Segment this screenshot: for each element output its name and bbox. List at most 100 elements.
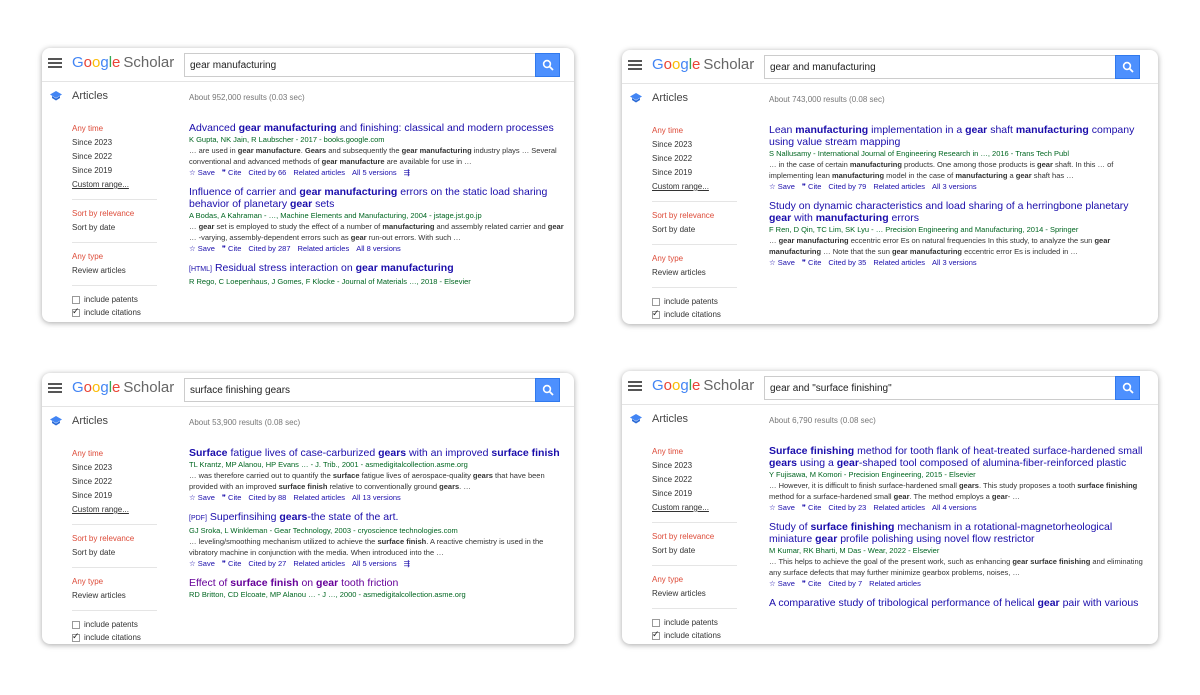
cited-by-link[interactable]: Cited by 27 [248, 558, 286, 569]
save-link[interactable]: ☆ Save [769, 181, 795, 192]
time-filter-3[interactable]: Since 2019 [72, 164, 172, 178]
checkbox-icon[interactable] [72, 295, 80, 304]
result-title-link[interactable]: Influence of carrier and gear manufactur… [189, 186, 568, 210]
time-filter-2[interactable]: Since 2022 [652, 152, 752, 166]
type-filter-1[interactable]: Review articles [652, 587, 752, 601]
sort-option-1[interactable]: Sort by date [652, 223, 752, 237]
google-scholar-logo[interactable]: Google Scholar [72, 54, 174, 71]
menu-icon[interactable] [48, 56, 62, 70]
checkbox-icon[interactable] [72, 306, 80, 317]
cite-link[interactable]: ❞ Cite [802, 257, 821, 268]
articles-tab[interactable]: Articles [72, 415, 108, 427]
sort-option-1[interactable]: Sort by date [72, 546, 172, 560]
articles-tab[interactable]: Articles [652, 413, 688, 425]
cited-by-link[interactable]: Cited by 66 [248, 167, 286, 178]
time-filter-1[interactable]: Since 2023 [72, 136, 172, 150]
related-articles-link[interactable]: Related articles [873, 257, 925, 268]
versions-link[interactable]: All 4 versions [932, 502, 977, 513]
time-filter-0[interactable]: Any time [652, 124, 752, 138]
include-citations-checkbox[interactable]: include citations [72, 631, 172, 644]
versions-link[interactable]: All 13 versions [352, 492, 401, 503]
time-filter-3[interactable]: Since 2019 [652, 166, 752, 180]
result-title-link[interactable]: Study on dynamic characteristics and loa… [769, 200, 1152, 224]
google-scholar-logo[interactable]: Google Scholar [652, 56, 754, 73]
cited-by-link[interactable]: Cited by 7 [828, 578, 862, 589]
cite-link[interactable]: ❞ Cite [802, 578, 821, 589]
checkbox-icon[interactable] [652, 297, 660, 306]
search-input[interactable] [764, 376, 1116, 400]
type-filter-0[interactable]: Any type [72, 575, 172, 589]
search-button[interactable] [535, 53, 560, 77]
google-scholar-logo[interactable]: Google Scholar [652, 377, 754, 394]
result-title-link[interactable]: Surface fatigue lives of case-carburized… [189, 447, 568, 459]
time-filter-0[interactable]: Any time [72, 447, 172, 461]
versions-link[interactable]: All 5 versions [352, 167, 397, 178]
sort-option-0[interactable]: Sort by relevance [72, 532, 172, 546]
cited-by-link[interactable]: Cited by 35 [828, 257, 866, 268]
menu-icon[interactable] [48, 381, 62, 395]
time-filter-1[interactable]: Since 2023 [652, 459, 752, 473]
checkbox-icon[interactable] [72, 620, 80, 629]
cite-link[interactable]: ❞ Cite [222, 243, 241, 254]
sort-option-0[interactable]: Sort by relevance [652, 530, 752, 544]
cite-link[interactable]: ❞ Cite [802, 502, 821, 513]
time-filter-4[interactable]: Custom range... [652, 180, 752, 194]
related-articles-link[interactable]: Related articles [869, 578, 921, 589]
import-icon[interactable]: ⇶ [404, 558, 410, 569]
include-patents-checkbox[interactable]: include patents [72, 618, 172, 631]
include-patents-checkbox[interactable]: include patents [72, 293, 172, 306]
search-button[interactable] [535, 378, 560, 402]
related-articles-link[interactable]: Related articles [298, 243, 350, 254]
sort-option-1[interactable]: Sort by date [72, 221, 172, 235]
save-link[interactable]: ☆ Save [189, 558, 215, 569]
save-link[interactable]: ☆ Save [189, 167, 215, 178]
related-articles-link[interactable]: Related articles [293, 492, 345, 503]
type-filter-0[interactable]: Any type [72, 250, 172, 264]
menu-icon[interactable] [628, 58, 642, 72]
versions-link[interactable]: All 3 versions [932, 257, 977, 268]
time-filter-3[interactable]: Since 2019 [72, 489, 172, 503]
time-filter-0[interactable]: Any time [652, 445, 752, 459]
save-link[interactable]: ☆ Save [769, 257, 795, 268]
result-title-link[interactable]: Study of surface finishing mechanism in … [769, 521, 1152, 545]
result-title-link[interactable]: Lean manufacturing implementation in a g… [769, 124, 1152, 148]
search-input[interactable] [764, 55, 1116, 79]
related-articles-link[interactable]: Related articles [873, 181, 925, 192]
include-citations-checkbox[interactable]: include citations [72, 306, 172, 319]
checkbox-icon[interactable] [72, 631, 80, 642]
time-filter-4[interactable]: Custom range... [72, 503, 172, 517]
time-filter-1[interactable]: Since 2023 [72, 461, 172, 475]
search-input[interactable] [184, 53, 536, 77]
result-title-link[interactable]: [HTML] Residual stress interaction on gea… [189, 262, 568, 276]
cite-link[interactable]: ❞ Cite [802, 181, 821, 192]
save-link[interactable]: ☆ Save [769, 502, 795, 513]
include-citations-checkbox[interactable]: include citations [652, 308, 752, 321]
type-filter-0[interactable]: Any type [652, 252, 752, 266]
result-title-link[interactable]: Advanced gear manufacturing and finishin… [189, 122, 568, 134]
cite-link[interactable]: ❞ Cite [222, 492, 241, 503]
sort-option-0[interactable]: Sort by relevance [652, 209, 752, 223]
sort-option-1[interactable]: Sort by date [652, 544, 752, 558]
time-filter-4[interactable]: Custom range... [652, 501, 752, 515]
save-link[interactable]: ☆ Save [189, 492, 215, 503]
include-patents-checkbox[interactable]: include patents [652, 295, 752, 308]
cited-by-link[interactable]: Cited by 79 [828, 181, 866, 192]
type-filter-1[interactable]: Review articles [72, 264, 172, 278]
type-filter-1[interactable]: Review articles [72, 589, 172, 603]
google-scholar-logo[interactable]: Google Scholar [72, 379, 174, 396]
search-button[interactable] [1115, 376, 1140, 400]
search-input[interactable] [184, 378, 536, 402]
cite-link[interactable]: ❞ Cite [222, 558, 241, 569]
related-articles-link[interactable]: Related articles [293, 167, 345, 178]
versions-link[interactable]: All 8 versions [356, 243, 401, 254]
time-filter-0[interactable]: Any time [72, 122, 172, 136]
result-title-link[interactable]: Effect of surface finish on gear tooth f… [189, 577, 568, 589]
include-patents-checkbox[interactable]: include patents [652, 616, 752, 629]
save-link[interactable]: ☆ Save [769, 578, 795, 589]
time-filter-3[interactable]: Since 2019 [652, 487, 752, 501]
save-link[interactable]: ☆ Save [189, 243, 215, 254]
cited-by-link[interactable]: Cited by 88 [248, 492, 286, 503]
search-button[interactable] [1115, 55, 1140, 79]
checkbox-icon[interactable] [652, 308, 660, 319]
type-filter-1[interactable]: Review articles [652, 266, 752, 280]
